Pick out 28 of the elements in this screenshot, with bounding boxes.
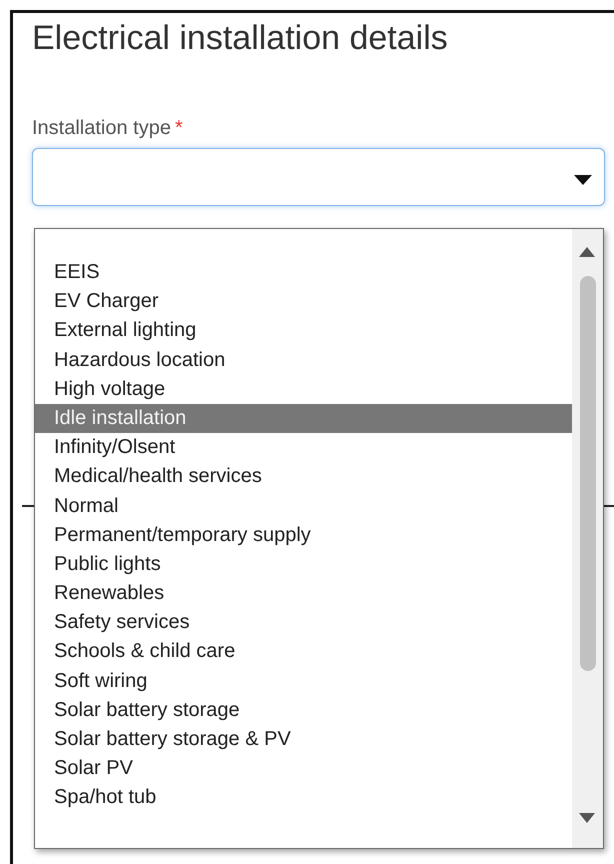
dropdown-option[interactable]: Renewables [35, 579, 572, 608]
scroll-thumb[interactable] [580, 276, 596, 671]
dropdown-option[interactable]: Soft wiring [35, 666, 572, 696]
page-title: Electrical installation details [32, 18, 449, 59]
dropdown-option[interactable]: Infinity/Olsent [35, 433, 572, 462]
dropdown-option[interactable]: Spa/hot tub [35, 783, 572, 813]
dropdown-option[interactable]: EEIS [35, 258, 572, 288]
dropdown-option[interactable]: Solar PV [35, 754, 572, 784]
dropdown-option[interactable]: EV Charger [35, 287, 572, 316]
dropdown-option[interactable]: High voltage [35, 374, 572, 404]
dropdown-option[interactable]: Solar battery storage & PV [35, 725, 572, 754]
dropdown-option[interactable]: Solar battery storage [35, 696, 572, 725]
dropdown-option[interactable]: Schools & child care [35, 637, 572, 667]
scrollbar[interactable] [572, 229, 603, 848]
dropdown-option[interactable]: External lighting [35, 316, 572, 346]
dropdown-option[interactable]: Normal [35, 492, 572, 521]
dropdown-option[interactable]: Medical/health services [35, 462, 572, 492]
dropdown-option[interactable]: Safety services [35, 608, 572, 638]
scroll-down-icon[interactable] [579, 813, 595, 823]
dropdown-option[interactable]: Permanent/temporary supply [35, 520, 572, 550]
dropdown-option[interactable]: Public lights [35, 550, 572, 580]
dropdown-option[interactable]: Idle installation [35, 404, 572, 434]
required-mark: * [174, 117, 183, 140]
dropdown-option[interactable]: Hazardous location [35, 346, 572, 375]
installation-type-select[interactable] [32, 148, 605, 206]
field-label: Installation type [32, 117, 171, 140]
caret-icon [574, 175, 592, 185]
scroll-up-icon[interactable] [579, 247, 595, 257]
